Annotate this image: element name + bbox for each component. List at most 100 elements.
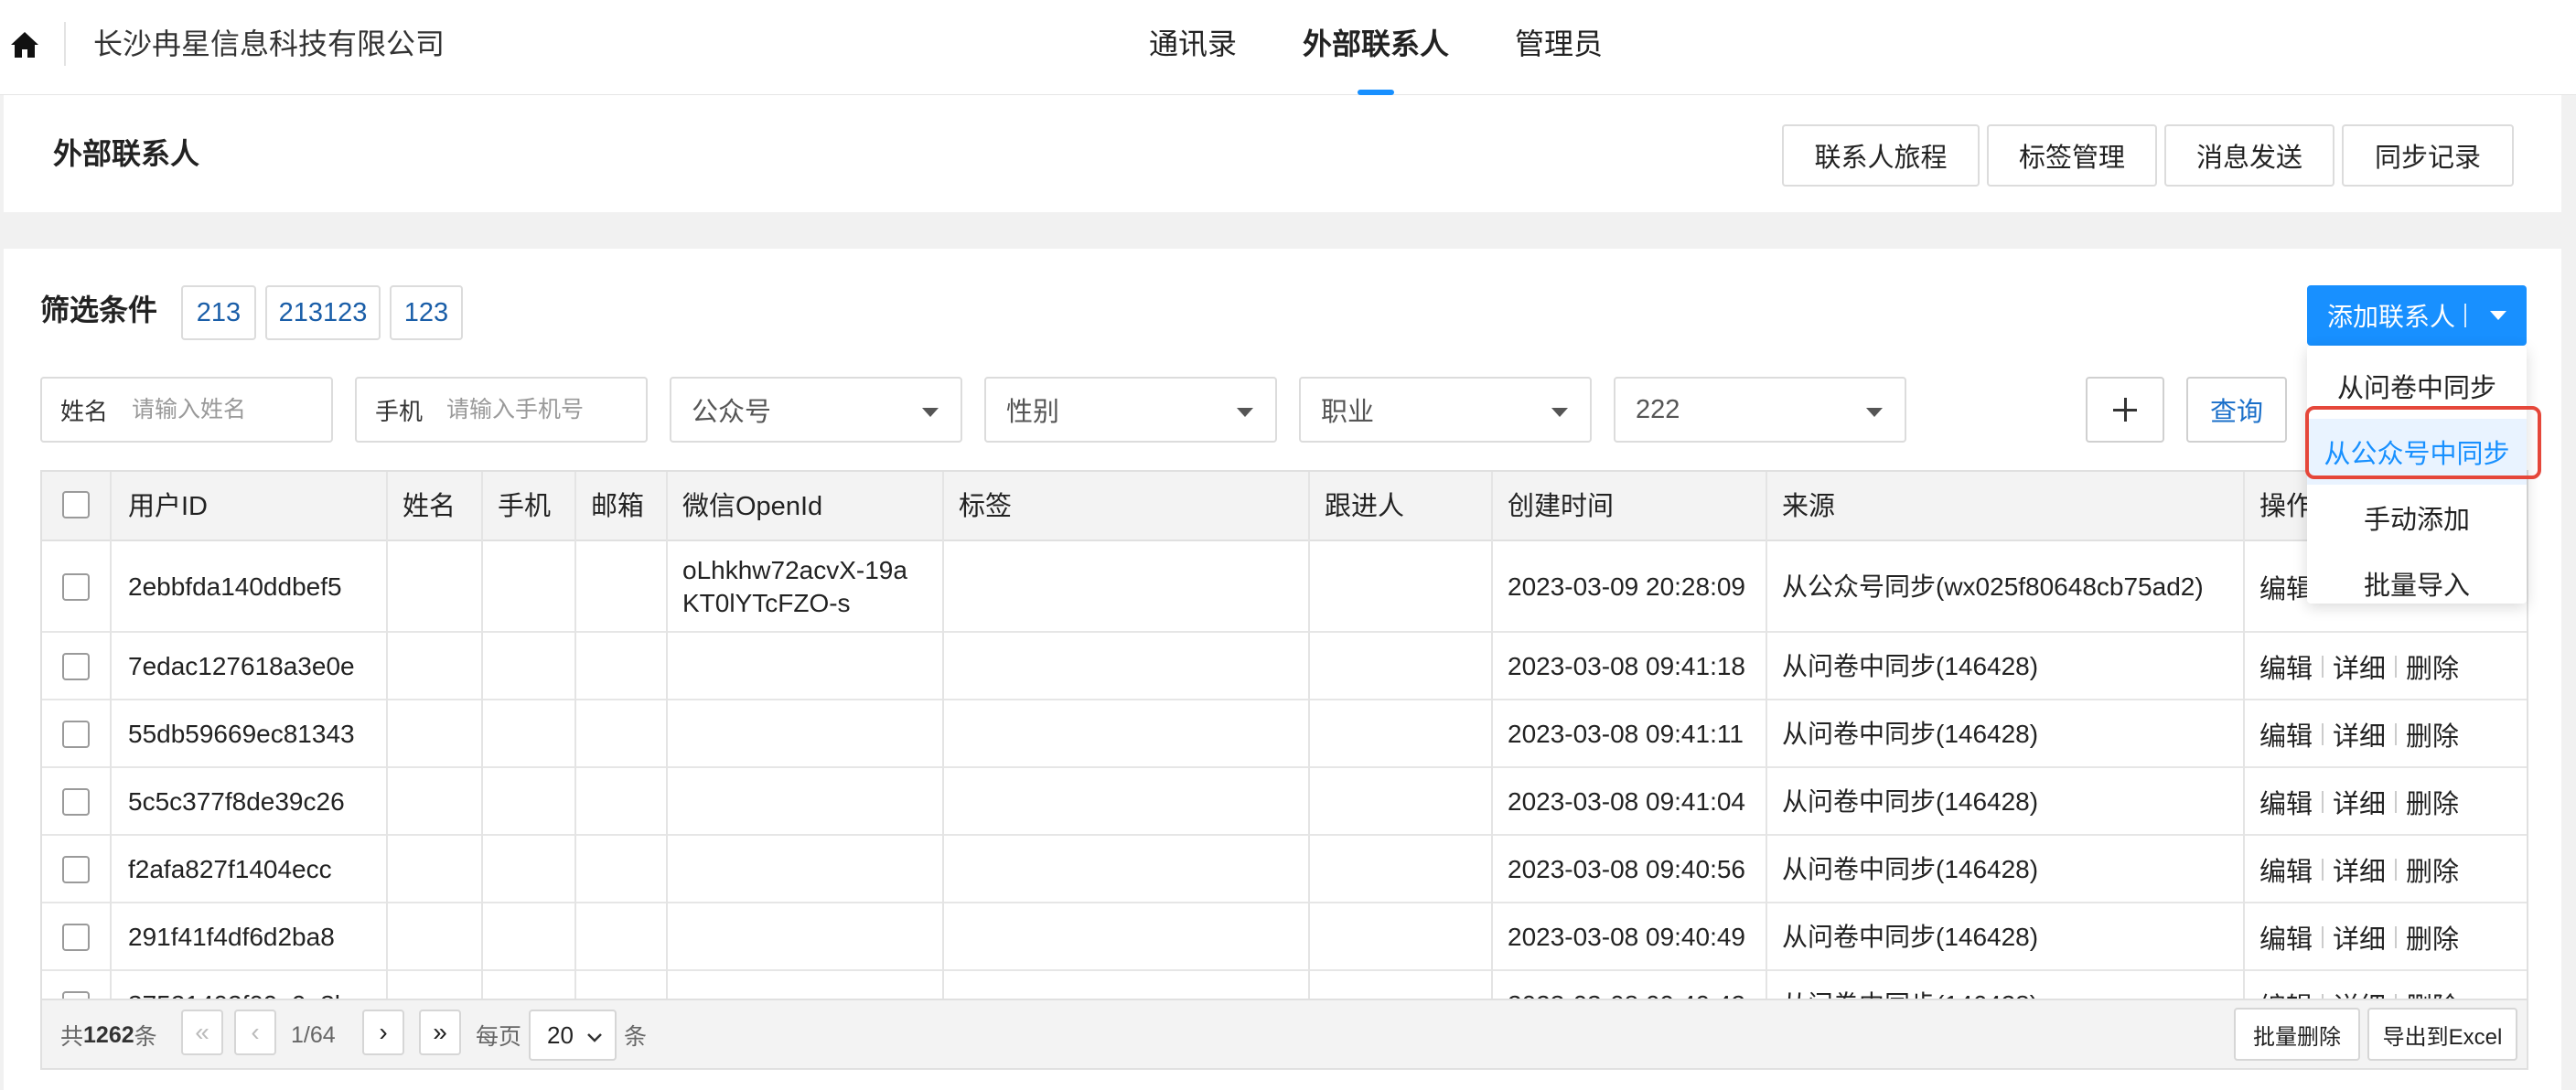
tab-external-contacts[interactable]: 外部联系人 [1303,22,1449,66]
column-header[interactable]: 来源 [1766,472,1835,541]
row-checkbox[interactable] [62,856,90,883]
column-header[interactable]: 用户ID [112,472,208,541]
divider [2395,859,2398,881]
user-id-cell: 2ebbfda140ddbef5 [128,572,342,601]
table-footer: 共 1262 条 « ‹ 1/64 › » 每页 20 条 批量删除 导出到Exce… [40,1000,2528,1070]
per-page-select[interactable]: 20 [529,1010,617,1061]
column-divider [1308,472,1310,999]
phone-label: 手机 [375,397,424,425]
page-title: 外部联系人 [53,137,200,170]
column-divider [110,472,112,999]
add-contact-label: 添加联系人 [2327,303,2456,331]
edit-link[interactable]: 编辑 [2259,715,2313,753]
export-excel-button[interactable]: 导出到Excel [2367,1008,2517,1061]
last-page-button[interactable]: » [419,1010,461,1055]
detail-link[interactable]: 详细 [2333,986,2386,999]
row-checkbox[interactable] [62,721,90,748]
tag-management-button[interactable]: 标签管理 [1987,124,2157,187]
detail-link[interactable]: 详细 [2333,647,2386,686]
delete-link[interactable]: 删除 [2406,986,2459,999]
next-page-button[interactable]: › [362,1010,404,1055]
detail-link[interactable]: 详细 [2333,783,2386,821]
divider [2395,656,2398,678]
edit-link[interactable]: 编辑 [2259,986,2313,999]
first-page-button[interactable]: « [181,1010,223,1055]
table-row: 2ebbfda140ddbef5 oLhkhw72acvX-19a KT0lYTcF… [42,541,2527,633]
tab-admin[interactable]: 管理员 [1515,22,1603,66]
row-checkbox[interactable] [62,653,90,680]
plus-icon [2113,398,2137,422]
edit-link[interactable]: 编辑 [2259,918,2313,956]
divider [2395,926,2398,948]
edit-link[interactable]: 编辑 [2259,647,2313,686]
divider [2322,723,2324,745]
edit-link[interactable]: 编辑 [2259,850,2313,889]
delete-link[interactable]: 删除 [2406,647,2459,686]
filter-chip[interactable]: 213 [181,285,256,340]
select-all-checkbox[interactable] [62,491,90,518]
column-divider [666,472,668,999]
edit-link[interactable]: 编辑 [2259,783,2313,821]
contact-journey-button[interactable]: 联系人旅程 [1782,124,1980,187]
filter-chip[interactable]: 123 [390,285,463,340]
row-actions: 编辑详细删除 [2259,768,2459,836]
detail-link[interactable]: 详细 [2333,715,2386,753]
select-value: 222 [1636,394,1680,424]
openid-cell [666,768,682,836]
add-filter-button[interactable] [2086,377,2164,443]
chevron-down-icon [587,1033,602,1042]
gender-select[interactable]: 性别 [984,377,1277,443]
column-header[interactable]: 标签 [942,472,1012,541]
query-button[interactable]: 查询 [2186,377,2287,443]
created-time-cell: 2023-03-08 09:41:04 [1508,787,1745,816]
caret-down-icon[interactable] [2490,311,2506,320]
official-account-select[interactable]: 公众号 [670,377,962,443]
sync-records-button[interactable]: 同步记录 [2342,124,2514,187]
user-id-cell: 37521402f09a9e3b [112,971,349,999]
add-contact-button[interactable]: 添加联系人 [2307,285,2527,346]
column-header[interactable]: 姓名 [386,472,456,541]
send-message-button[interactable]: 消息发送 [2164,124,2334,187]
menu-item-batch-import[interactable]: 批量导入 [2307,550,2527,616]
contacts-table: 用户ID 姓名 手机 邮箱 微信OpenId 标签 跟进人 创建时间 来源 操作… [40,470,2528,1000]
row-checkbox[interactable] [62,573,90,601]
delete-link[interactable]: 删除 [2406,715,2459,753]
delete-link[interactable]: 删除 [2406,850,2459,889]
column-header[interactable]: 创建时间 [1491,472,1614,541]
menu-item-manual-add[interactable]: 手动添加 [2307,485,2527,550]
total-value: 1262 [83,1021,134,1048]
row-checkbox[interactable] [62,788,90,816]
column-header[interactable]: 跟进人 [1308,472,1404,541]
phone-input[interactable] [446,396,612,423]
column-divider [386,472,388,999]
filter-chip[interactable]: 213123 [265,285,381,340]
column-header[interactable]: 微信OpenId [666,472,822,541]
name-input[interactable] [132,396,297,423]
custom-select[interactable]: 222 [1614,377,1906,443]
company-name: 长沙冉星信息科技有限公司 [93,27,445,60]
user-id-cell: 55db59669ec81343 [128,720,355,748]
source-cell: 从问卷中同步(146428) [1766,971,2038,999]
delete-link[interactable]: 删除 [2406,918,2459,956]
column-divider [942,472,944,999]
detail-link[interactable]: 详细 [2333,918,2386,956]
occupation-select[interactable]: 职业 [1299,377,1592,443]
batch-delete-button[interactable]: 批量删除 [2234,1008,2360,1061]
column-divider [481,472,483,999]
openid-line: KT0lYTcFZO-s [682,589,851,617]
divider [2322,859,2324,881]
caret-down-icon [1237,408,1253,417]
prev-page-button[interactable]: ‹ [234,1010,276,1055]
row-checkbox[interactable] [62,991,90,999]
edit-link[interactable]: 编辑 [2259,568,2313,606]
delete-link[interactable]: 删除 [2406,783,2459,821]
created-time-cell: 2023-03-08 09:40:49 [1508,923,1745,951]
openid-cell [666,903,682,971]
column-header[interactable]: 邮箱 [574,472,644,541]
detail-link[interactable]: 详细 [2333,850,2386,889]
column-header[interactable]: 手机 [481,472,551,541]
tab-contacts[interactable]: 通讯录 [1149,22,1237,66]
caret-down-icon [1866,408,1883,417]
row-checkbox[interactable] [62,924,90,951]
home-icon[interactable] [9,29,40,60]
